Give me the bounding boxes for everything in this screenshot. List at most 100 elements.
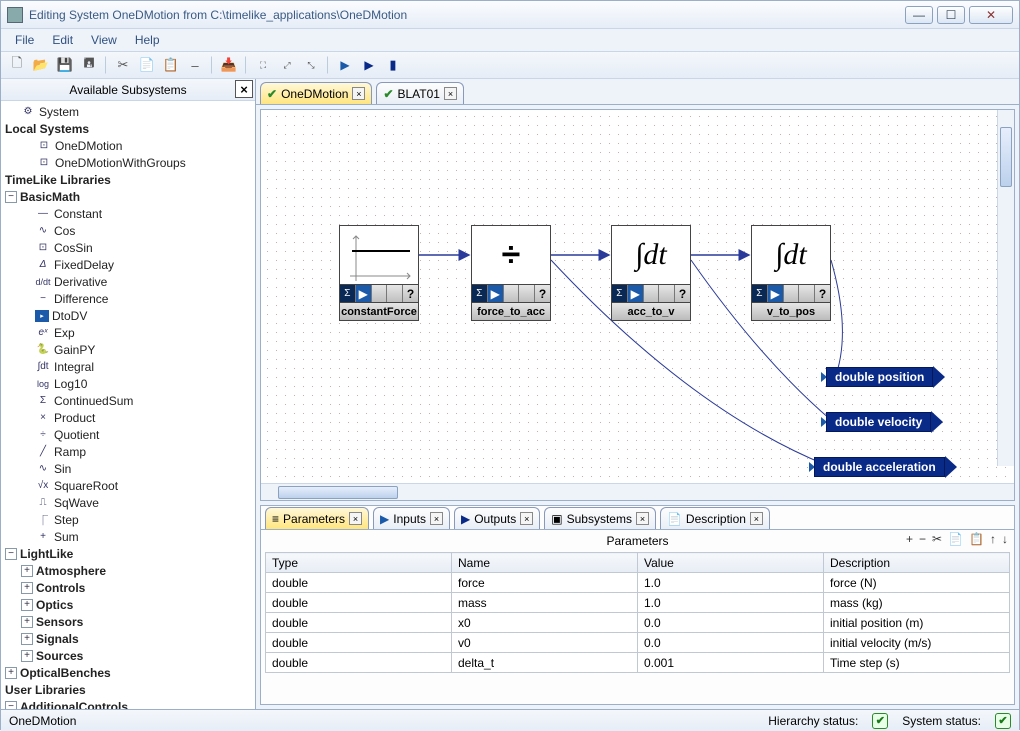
output-double-position[interactable]: double position xyxy=(821,366,945,388)
tree-integral[interactable]: Integral xyxy=(54,360,94,374)
collapse-icon[interactable]: − xyxy=(5,191,17,203)
tree-quotient[interactable]: Quotient xyxy=(54,428,99,442)
tree-contsum[interactable]: ContinuedSum xyxy=(54,394,133,408)
saveall-icon[interactable]: 🖪 xyxy=(79,55,99,75)
paste-icon[interactable]: 📋 xyxy=(161,55,181,75)
slot-icon[interactable] xyxy=(784,285,800,302)
scrollbar-thumb[interactable] xyxy=(278,486,398,499)
port-in-icon[interactable]: ▶ xyxy=(335,55,355,75)
help-icon[interactable]: ? xyxy=(535,285,550,302)
tree-step[interactable]: Step xyxy=(54,513,79,527)
copy-icon[interactable]: 📄 xyxy=(948,532,963,546)
cut-icon[interactable]: ✂ xyxy=(113,55,133,75)
table-row[interactable]: doublemass1.0mass (kg) xyxy=(266,593,1010,613)
tab-description[interactable]: 📄Description× xyxy=(660,507,770,529)
tab-close-icon[interactable]: × xyxy=(430,512,443,525)
cut-icon[interactable]: ✂ xyxy=(932,532,942,546)
expand-icon[interactable]: + xyxy=(21,565,33,577)
save-icon[interactable]: 💾 xyxy=(55,55,75,75)
vertical-scrollbar[interactable] xyxy=(997,110,1014,466)
expand-icon[interactable]: + xyxy=(21,582,33,594)
tree-onedmotion[interactable]: OneDMotion xyxy=(55,139,122,153)
block-acc-to-v[interactable]: ∫dt Σ▶? acc_to_v xyxy=(611,225,691,321)
tab-close-icon[interactable]: × xyxy=(349,512,362,525)
sigma-icon[interactable]: Σ xyxy=(340,285,356,302)
sigma-icon[interactable]: Σ xyxy=(752,285,768,302)
collapse-icon[interactable]: ⤡ xyxy=(301,55,321,75)
col-value[interactable]: Value xyxy=(638,553,824,573)
cell[interactable]: 0.001 xyxy=(638,653,824,673)
tree-sources[interactable]: Sources xyxy=(36,649,83,663)
new-icon[interactable]: 🗋 xyxy=(7,55,27,75)
tree-cossin[interactable]: CosSin xyxy=(54,241,93,255)
tree-constant[interactable]: Constant xyxy=(54,207,102,221)
tree-basicmath[interactable]: BasicMath xyxy=(20,190,80,204)
slot-icon[interactable] xyxy=(372,285,388,302)
cell[interactable]: 0.0 xyxy=(638,633,824,653)
tree-local-systems[interactable]: Local Systems xyxy=(5,122,89,136)
cell[interactable]: mass xyxy=(452,593,638,613)
cell[interactable]: x0 xyxy=(452,613,638,633)
tree-user-libs[interactable]: User Libraries xyxy=(5,683,86,697)
tree-ramp[interactable]: Ramp xyxy=(54,445,86,459)
table-row[interactable]: doubleforce1.0force (N) xyxy=(266,573,1010,593)
help-icon[interactable]: ? xyxy=(403,285,418,302)
import-icon[interactable]: 📥 xyxy=(219,55,239,75)
port-out-icon[interactable]: ▶ xyxy=(359,55,379,75)
down-icon[interactable]: ↓ xyxy=(1002,532,1008,546)
table-row[interactable]: doubledelta_t0.001Time step (s) xyxy=(266,653,1010,673)
tree-exp[interactable]: Exp xyxy=(54,326,75,340)
cell[interactable]: mass (kg) xyxy=(824,593,1010,613)
remove-icon[interactable]: − xyxy=(919,532,926,546)
port-icon[interactable]: ▶ xyxy=(488,285,504,302)
expand-icon[interactable]: + xyxy=(5,667,17,679)
port-icon[interactable]: ▶ xyxy=(628,285,644,302)
slot-icon[interactable] xyxy=(387,285,403,302)
slot-icon[interactable] xyxy=(644,285,660,302)
block-force-to-acc[interactable]: ÷ Σ▶? force_to_acc xyxy=(471,225,551,321)
menu-edit[interactable]: Edit xyxy=(44,31,81,49)
expand-icon[interactable]: + xyxy=(21,616,33,628)
cell[interactable]: initial velocity (m/s) xyxy=(824,633,1010,653)
cell[interactable]: force xyxy=(452,573,638,593)
tree-sum[interactable]: Sum xyxy=(54,530,79,544)
block-v-to-pos[interactable]: ∫dt Σ▶? v_to_pos xyxy=(751,225,831,321)
slot-icon[interactable] xyxy=(799,285,815,302)
col-desc[interactable]: Description xyxy=(824,553,1010,573)
slot-icon[interactable] xyxy=(659,285,675,302)
parameters-table[interactable]: Type Name Value Description doubleforce1… xyxy=(265,552,1010,673)
tree-gainpy[interactable]: GainPY xyxy=(54,343,95,357)
left-panel-close[interactable]: × xyxy=(235,80,253,98)
tab-inputs[interactable]: ▶Inputs× xyxy=(373,507,450,529)
tree-product[interactable]: Product xyxy=(54,411,95,425)
tab-outputs[interactable]: ▶Outputs× xyxy=(454,507,540,529)
slot-icon[interactable] xyxy=(504,285,520,302)
tree-additional-controls[interactable]: AdditionalControls xyxy=(20,700,128,710)
tree-dtodv[interactable]: DtoDV xyxy=(52,309,87,323)
help-icon[interactable]: ? xyxy=(815,285,830,302)
tree-signals[interactable]: Signals xyxy=(36,632,79,646)
menu-view[interactable]: View xyxy=(83,31,125,49)
minimize-button[interactable]: — xyxy=(905,6,933,24)
subsystem-tree[interactable]: ⚙System Local Systems ⊡OneDMotion ⊡OneDM… xyxy=(1,101,255,709)
cell[interactable]: force (N) xyxy=(824,573,1010,593)
cell[interactable]: initial position (m) xyxy=(824,613,1010,633)
collapse-icon[interactable]: − xyxy=(5,701,17,710)
cell[interactable]: 0.0 xyxy=(638,613,824,633)
tree-derivative[interactable]: Derivative xyxy=(54,275,107,289)
tree-sensors[interactable]: Sensors xyxy=(36,615,83,629)
cell[interactable]: 1.0 xyxy=(638,573,824,593)
tree-lightlike[interactable]: LightLike xyxy=(20,547,73,561)
maximize-button[interactable]: ☐ xyxy=(937,6,965,24)
slot-icon[interactable] xyxy=(519,285,535,302)
tab-close-icon[interactable]: × xyxy=(636,512,649,525)
delete-icon[interactable]: – xyxy=(185,55,205,75)
add-icon[interactable]: + xyxy=(906,532,913,546)
canvas[interactable]: Σ▶? constantForce ÷ Σ▶? force_to_acc ∫dt… xyxy=(261,110,1014,483)
run-icon[interactable]: ▮ xyxy=(383,55,403,75)
close-button[interactable]: ✕ xyxy=(969,6,1013,24)
scrollbar-thumb[interactable] xyxy=(1000,127,1012,187)
up-icon[interactable]: ↑ xyxy=(990,532,996,546)
tab-subsystems[interactable]: ▣Subsystems× xyxy=(544,507,656,529)
tree-sin[interactable]: Sin xyxy=(54,462,71,476)
